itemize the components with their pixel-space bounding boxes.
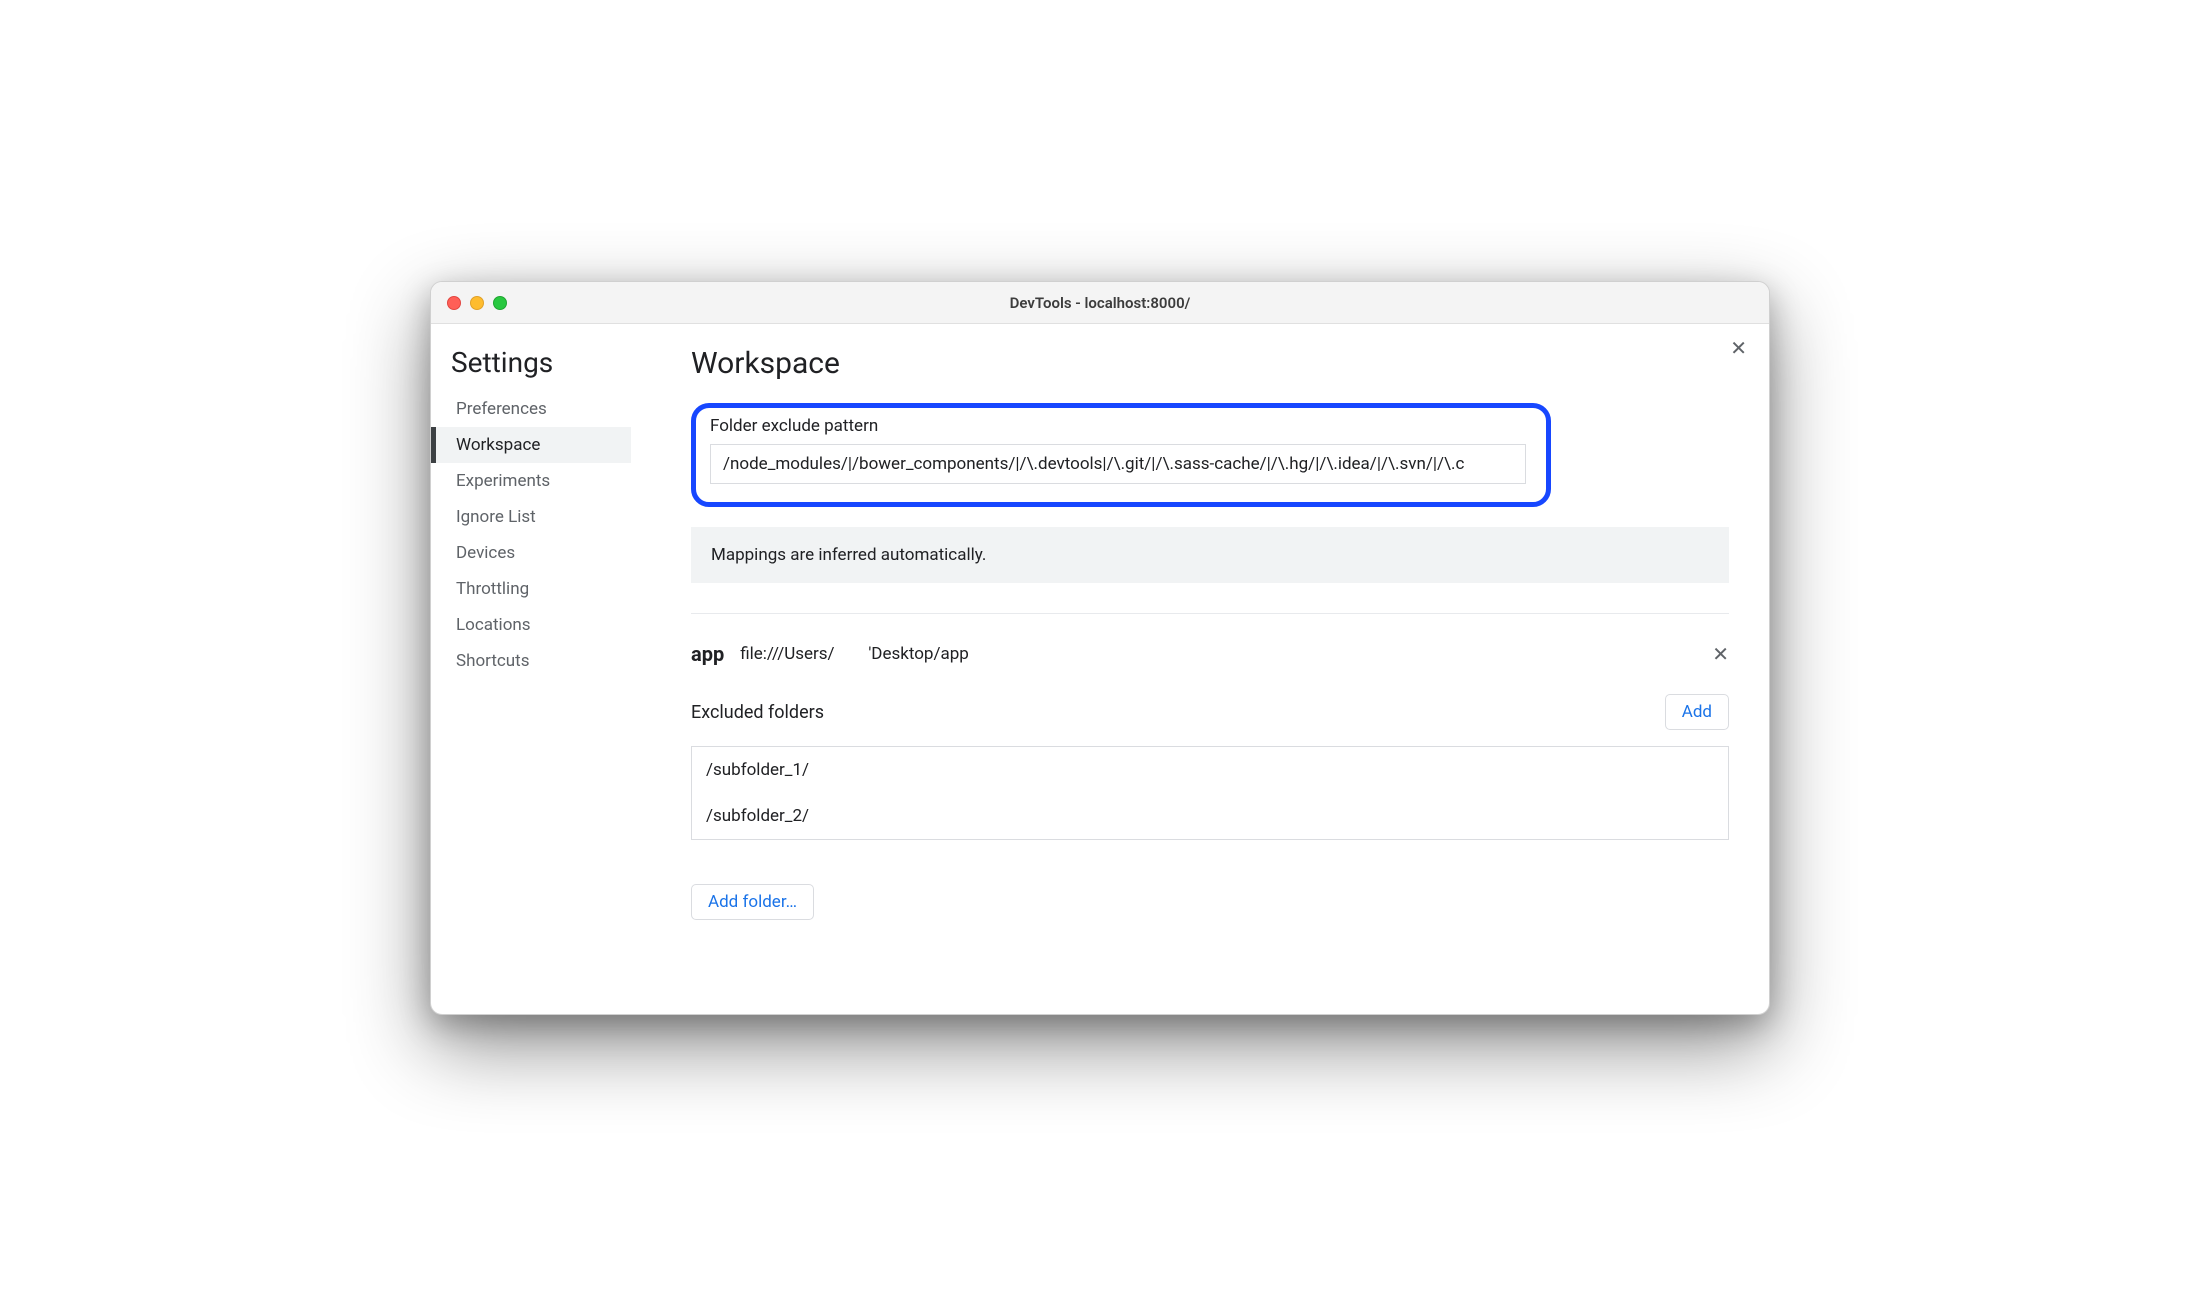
folder-path-suffix: 'Desktop/app bbox=[868, 644, 969, 664]
window-close-button[interactable] bbox=[447, 296, 461, 310]
divider bbox=[691, 613, 1729, 614]
excluded-folders-list: /subfolder_1/ /subfolder_2/ bbox=[691, 746, 1729, 840]
folder-path-prefix: file:///Users/ bbox=[740, 644, 834, 664]
window-minimize-button[interactable] bbox=[470, 296, 484, 310]
settings-sidebar: Settings Preferences Workspace Experimen… bbox=[431, 324, 631, 1014]
sidebar-item-locations[interactable]: Locations bbox=[431, 607, 631, 643]
info-banner: Mappings are inferred automatically. bbox=[691, 527, 1729, 583]
exclude-pattern-highlight: Folder exclude pattern bbox=[691, 403, 1551, 507]
sidebar-item-devices[interactable]: Devices bbox=[431, 535, 631, 571]
sidebar-item-experiments[interactable]: Experiments bbox=[431, 463, 631, 499]
traffic-lights bbox=[447, 296, 507, 310]
add-folder-row: Add folder… bbox=[691, 884, 1729, 920]
sidebar-item-workspace[interactable]: Workspace bbox=[431, 427, 631, 463]
sidebar-title: Settings bbox=[431, 346, 631, 391]
page-title: Workspace bbox=[691, 346, 1729, 381]
folder-path: file:///Users/ 'Desktop/app bbox=[740, 644, 1696, 664]
add-folder-button[interactable]: Add folder… bbox=[691, 884, 814, 920]
folder-name: app bbox=[691, 642, 724, 666]
remove-folder-icon[interactable]: ✕ bbox=[1712, 644, 1729, 664]
list-item[interactable]: /subfolder_1/ bbox=[692, 747, 1728, 793]
add-excluded-button[interactable]: Add bbox=[1665, 694, 1729, 730]
window-maximize-button[interactable] bbox=[493, 296, 507, 310]
window-title: DevTools - localhost:8000/ bbox=[445, 294, 1755, 312]
sidebar-item-ignore-list[interactable]: Ignore List bbox=[431, 499, 631, 535]
devtools-window: DevTools - localhost:8000/ ✕ Settings Pr… bbox=[430, 281, 1770, 1015]
close-icon[interactable]: ✕ bbox=[1730, 338, 1747, 358]
exclude-pattern-input[interactable] bbox=[710, 444, 1526, 484]
sidebar-item-throttling[interactable]: Throttling bbox=[431, 571, 631, 607]
excluded-folders-header: Excluded folders Add bbox=[691, 694, 1729, 730]
main-panel: Workspace Folder exclude pattern Mapping… bbox=[631, 324, 1769, 1014]
titlebar: DevTools - localhost:8000/ bbox=[431, 282, 1769, 324]
list-item[interactable]: /subfolder_2/ bbox=[692, 793, 1728, 839]
excluded-folders-label: Excluded folders bbox=[691, 702, 824, 723]
content-area: ✕ Settings Preferences Workspace Experim… bbox=[431, 324, 1769, 1014]
exclude-pattern-label: Folder exclude pattern bbox=[710, 416, 1526, 436]
sidebar-item-shortcuts[interactable]: Shortcuts bbox=[431, 643, 631, 679]
workspace-folder-row: app file:///Users/ 'Desktop/app ✕ bbox=[691, 642, 1729, 666]
sidebar-item-preferences[interactable]: Preferences bbox=[431, 391, 631, 427]
